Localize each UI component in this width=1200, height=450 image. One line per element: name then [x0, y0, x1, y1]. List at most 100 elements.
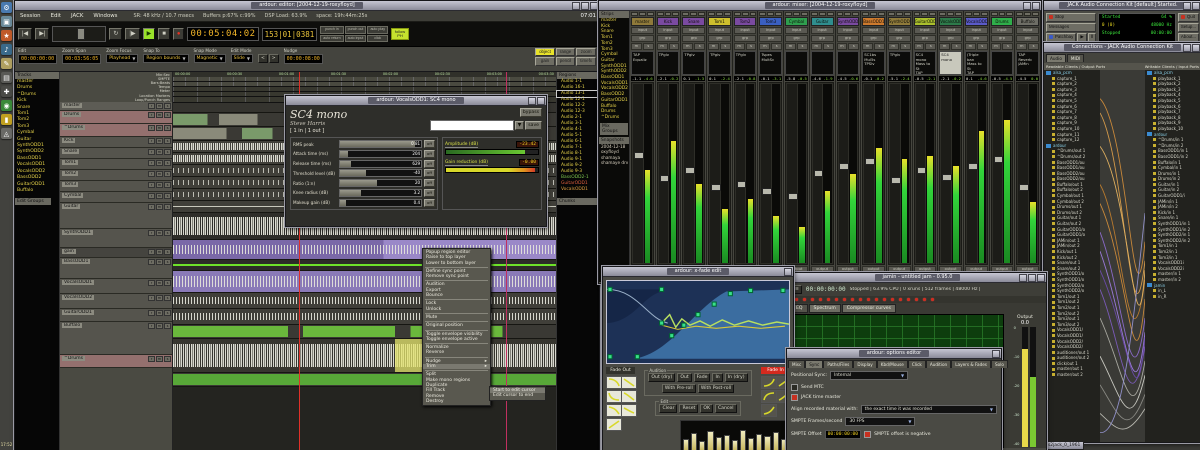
context-menu-item[interactable]: Reverse — [423, 350, 490, 355]
track-header[interactable]: master rms — [60, 102, 172, 111]
strip-fader[interactable] — [659, 84, 669, 263]
track-name-button[interactable]: BassODD1 — [62, 259, 90, 264]
context-menu-item[interactable]: Toggle envelope active — [423, 337, 490, 342]
track-header[interactable]: gain rms — [60, 248, 172, 258]
nudge-forward-button[interactable]: > — [269, 54, 279, 63]
strip-hide-icon[interactable] — [647, 12, 654, 16]
jack-setup-button[interactable]: Setup... — [1178, 23, 1199, 32]
mute-button[interactable]: m — [156, 193, 163, 199]
strip-redirect-box[interactable] — [837, 51, 860, 75]
strip-fader[interactable] — [941, 84, 951, 263]
minimize-icon[interactable] — [1019, 274, 1027, 282]
strip-narrow-icon[interactable] — [734, 12, 741, 16]
strip-hide-icon[interactable] — [775, 12, 782, 16]
options-tab[interactable]: Audition — [926, 360, 951, 368]
strip-name-button[interactable]: Guitar — [811, 17, 834, 26]
mouse-mode-button[interactable]: object — [535, 48, 555, 56]
postroll-button[interactable]: With Post-roll — [698, 384, 734, 393]
strip-narrow-icon[interactable] — [657, 12, 664, 16]
record-enable-button[interactable]: r — [148, 149, 155, 155]
context-menu-item[interactable]: Bounce — [423, 293, 490, 298]
strip-hide-icon[interactable] — [672, 12, 679, 16]
editor-titlebar[interactable]: ardour: editor: [2004-12-19-roxyfloyd] — [15, 1, 599, 11]
solo-button[interactable]: s — [164, 138, 171, 144]
strip-level-icon[interactable] — [665, 12, 672, 16]
goto-start-button[interactable]: |◀ — [18, 28, 32, 40]
solo-button[interactable]: s — [164, 171, 171, 177]
track-lane[interactable] — [173, 325, 556, 339]
connection-cables[interactable] — [1100, 70, 1145, 442]
audition-in-button[interactable]: In — [712, 373, 722, 382]
track-lane[interactable] — [173, 293, 556, 309]
control-slider[interactable]: -40 — [339, 169, 422, 177]
fps-select[interactable]: 30 FPS▼ — [845, 417, 915, 426]
solo-button[interactable]: s — [164, 259, 171, 265]
strip-name-button[interactable]: Tom1 — [708, 17, 731, 26]
track-header[interactable]: ^Drums rms — [60, 355, 172, 368]
close-icon[interactable] — [992, 350, 1000, 358]
record-enable-button[interactable]: r — [148, 103, 155, 109]
strip-solo-button[interactable]: s — [1002, 43, 1013, 50]
transport-toggle-button[interactable]: punch out — [345, 26, 367, 34]
strip-input-button[interactable]: input — [837, 27, 860, 34]
strip-level-icon[interactable] — [870, 12, 877, 16]
fader-handle[interactable] — [917, 167, 927, 174]
snap-mode-select[interactable]: Magnetic▼ — [194, 54, 226, 63]
close-icon[interactable] — [537, 97, 545, 105]
strip-mute-button[interactable]: m — [734, 43, 745, 50]
fade-curve-button[interactable] — [621, 404, 637, 417]
panel-launcher-icon[interactable]: ✎ — [1, 58, 12, 69]
jack-patchbay-button[interactable]: Patchbay — [1046, 33, 1076, 42]
strip-fader[interactable] — [761, 84, 771, 263]
edit-mode-select[interactable]: Slide▼ — [231, 54, 253, 63]
nudge-back-button[interactable]: < — [258, 54, 268, 63]
strip-input-button[interactable]: input — [682, 27, 705, 34]
record-enable-button[interactable]: r — [148, 125, 155, 131]
strip-narrow-icon[interactable] — [914, 12, 921, 16]
mute-button[interactable]: m — [156, 138, 163, 144]
panel-launcher-icon[interactable]: ◉ — [1, 100, 12, 111]
mute-button[interactable]: m — [156, 182, 163, 188]
strip-input-button[interactable]: input — [862, 27, 885, 34]
track-header[interactable]: Drums rms — [60, 111, 172, 124]
strip-solo-button[interactable]: s — [643, 43, 654, 50]
solo-button[interactable]: s — [164, 310, 171, 316]
mute-button[interactable]: m — [156, 249, 163, 255]
strip-mute-button[interactable]: m — [759, 43, 770, 50]
solo-button[interactable]: s — [164, 125, 171, 131]
fader-handle[interactable] — [788, 193, 798, 200]
snapshot-item[interactable]: shamaye drv — [599, 160, 629, 166]
mouse-mode-button[interactable]: timefx — [576, 57, 596, 65]
strip-solo-button[interactable]: s — [694, 43, 705, 50]
context-menu-item[interactable]: Mute — [423, 315, 490, 320]
panel-launcher-icon[interactable]: ♪ — [1, 44, 12, 55]
mute-button[interactable]: m — [156, 356, 163, 362]
strip-redirect-box[interactable]: TPglv — [657, 51, 680, 75]
drawbar-fader[interactable] — [707, 431, 713, 450]
preset-save-button[interactable]: save — [525, 121, 542, 130]
context-menu-item[interactable]: Original position — [423, 323, 490, 328]
automation-button[interactable]: off — [424, 169, 435, 177]
minimize-icon[interactable] — [1183, 44, 1191, 52]
play-button[interactable]: ▶ — [143, 28, 156, 40]
ok-button[interactable]: OK — [700, 404, 713, 413]
automation-button[interactable]: off — [424, 140, 435, 148]
strip-hide-icon[interactable] — [698, 12, 705, 16]
track-name-button[interactable]: Kick — [62, 138, 75, 143]
strip-fader[interactable] — [736, 84, 746, 263]
preroll-button[interactable]: With Pre-roll — [662, 384, 696, 393]
jack-stop-button[interactable]: Stop — [1046, 13, 1096, 22]
fader-handle[interactable] — [891, 177, 901, 184]
control-slider[interactable]: 20 — [339, 179, 422, 187]
strip-level-icon[interactable] — [999, 12, 1006, 16]
mix-groups-button[interactable]: Mix Groups — [600, 123, 628, 135]
record-enable-button[interactable]: r — [148, 182, 155, 188]
solo-button[interactable]: s — [164, 149, 171, 155]
control-slider[interactable]: 0.4 — [339, 199, 422, 207]
smpte-offset-value[interactable]: 00:00:00:00 — [825, 430, 861, 439]
options-tab[interactable]: Display — [853, 360, 876, 368]
options-tab[interactable]: Click — [908, 360, 926, 368]
close-icon[interactable] — [1192, 44, 1200, 52]
strip-narrow-icon[interactable] — [682, 12, 689, 16]
track-name-button[interactable]: Drums — [62, 112, 81, 117]
